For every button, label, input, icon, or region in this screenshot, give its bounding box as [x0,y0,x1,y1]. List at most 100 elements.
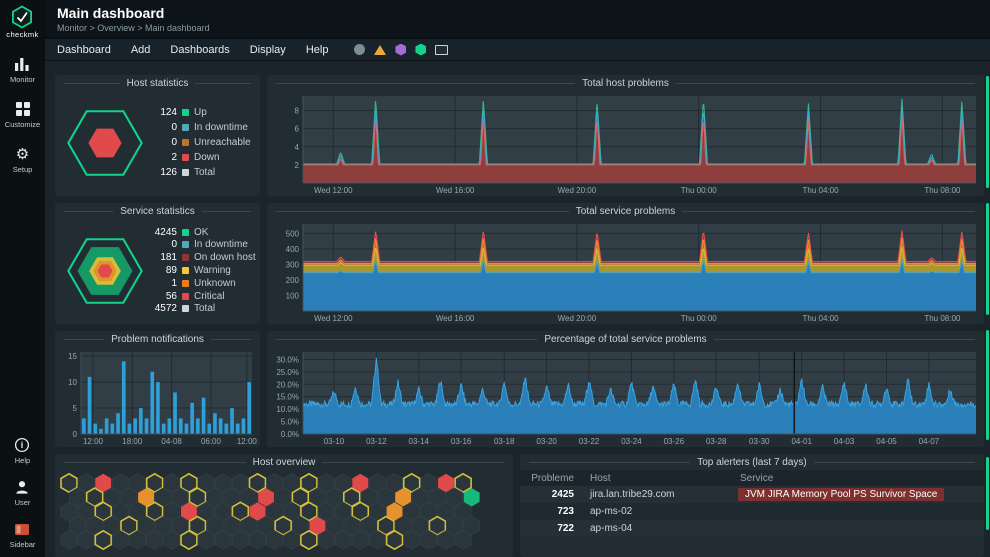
host-hexagon[interactable] [318,531,334,549]
setup-gear-icon: ⚙ [16,146,29,162]
legend-value: 1 [147,278,177,289]
sidebar-item-monitor[interactable]: Monitor [10,56,35,84]
host-overview-svg [55,470,513,557]
host-name[interactable]: jira.lan.tribe29.com [582,489,732,500]
host-hexagon[interactable] [352,531,368,549]
svg-text:10: 10 [68,378,77,387]
host-overview-grid[interactable] [55,470,513,557]
sidebar-toggle-icon [14,521,30,537]
legend-color-swatch [182,229,189,236]
sidebar-item-label: Customize [5,120,40,129]
table-row[interactable]: 722ap-ms-04 [520,520,984,537]
host-hexagon[interactable] [164,531,180,549]
host-hexagon[interactable] [198,531,214,549]
user-icon [14,479,30,495]
svg-text:15.0%: 15.0% [276,393,299,402]
menu-item-dashboards[interactable]: Dashboards [170,44,229,56]
host-hexagon[interactable] [284,531,300,549]
svg-text:6: 6 [295,125,300,134]
host-hexagon[interactable] [455,531,471,549]
sidebar-item-sidebar-toggle[interactable]: Sidebar [10,521,36,549]
scrollbar-thumb[interactable] [986,203,989,315]
sidebar-item-user[interactable]: User [14,479,30,507]
host-hexagon[interactable] [78,531,94,549]
host-hexagon[interactable] [267,531,283,549]
panel-title: Host overview [253,457,316,468]
legend-label: Total [194,167,260,178]
scrollbar-thumb[interactable] [986,330,989,440]
menu-item-add[interactable]: Add [131,44,151,56]
menu-item-dashboard[interactable]: Dashboard [57,44,111,56]
panel-title: Problem notifications [111,334,204,345]
warning-triangle-icon[interactable] [374,45,386,55]
table-row[interactable]: 723ap-ms-02 [520,503,984,520]
host-hexagon[interactable] [147,531,163,549]
svg-text:Thu 00:00: Thu 00:00 [681,314,718,323]
host-hexagon[interactable] [232,531,248,549]
breadcrumb[interactable]: Monitor > Overview > Main dashboard [57,23,990,33]
legend-color-swatch [182,124,189,131]
host-hexagon[interactable] [130,531,146,549]
menu-item-display[interactable]: Display [250,44,286,56]
column-header[interactable]: Host [582,473,732,484]
pct-chart[interactable]: 0.0%5.0%10.0%15.0%20.0%25.0%30.0%03-1003… [267,347,984,447]
host-hexagon[interactable] [301,531,317,549]
problem-count: 723 [520,506,582,517]
globe-icon[interactable] [354,44,365,55]
host-problems-chart[interactable]: 2468Wed 12:00Wed 16:00Wed 20:00Thu 00:00… [267,91,984,196]
svg-text:04-08: 04-08 [161,437,182,446]
host-hexagon[interactable] [438,531,454,549]
scrollbar-thumb[interactable] [986,76,989,188]
notifications-chart[interactable]: 05101512:0018:0004-0806:0012:00 [55,347,260,447]
legend-label: In downtime [194,122,260,133]
legend-color-swatch [182,154,189,161]
legend-row: 1Unknown [147,277,260,290]
sidebar-item-setup[interactable]: ⚙ Setup [13,146,33,174]
legend-color-swatch [182,139,189,146]
svg-text:300: 300 [286,260,300,269]
service-problems-chart[interactable]: 100200300400500Wed 12:00Wed 16:00Wed 20:… [267,219,984,324]
panel-title: Host statistics [127,78,189,89]
host-hexagon[interactable] [250,531,266,549]
svg-text:8: 8 [295,107,300,116]
legend-row: 89Warning [147,264,260,277]
monitor-graph-icon [14,56,30,72]
column-header[interactable]: Service [732,473,984,484]
legend-row: 181On down host [147,251,260,264]
display-screen-icon[interactable] [435,45,448,55]
host-hexagon[interactable] [404,531,420,549]
column-header[interactable]: Probleme [520,473,582,484]
host-hexagon[interactable] [370,531,386,549]
top-alerters-table: ProblemeHostService 2425jira.lan.tribe29.… [520,470,984,557]
svg-text:2: 2 [295,161,300,170]
host-hexagon[interactable] [112,531,128,549]
sidebar-item-help[interactable]: i Help [14,437,30,465]
legend-value: 126 [147,167,177,178]
svg-text:Wed 20:00: Wed 20:00 [558,186,597,195]
service-state-hexagon[interactable] [63,231,147,311]
host-name[interactable]: ap-ms-02 [582,506,732,517]
hexagon-green-icon[interactable] [415,44,426,56]
legend-color-swatch [182,305,189,312]
host-state-hexagon[interactable] [63,103,147,183]
hexagon-purple-icon[interactable] [395,44,406,56]
pct-chart-svg: 0.0%5.0%10.0%15.0%20.0%25.0%30.0%03-1003… [267,347,984,447]
host-hexagon[interactable] [61,531,77,549]
sidebar-item-customize[interactable]: Customize [5,101,40,129]
host-name[interactable]: ap-ms-04 [582,523,732,534]
legend-value: 89 [147,265,177,276]
scrollbar-thumb[interactable] [986,457,989,530]
host-hexagon[interactable] [335,531,351,549]
host-hexagon[interactable] [421,531,437,549]
host-hexagon[interactable] [95,531,111,549]
svg-text:12:00: 12:00 [83,437,104,446]
svg-text:04-01: 04-01 [791,437,812,446]
host-hexagon[interactable] [181,531,197,549]
checkmk-logo[interactable]: checkmk [6,5,38,39]
service-badge[interactable]: JVM JIRA Memory Pool PS Survivor Space [738,488,944,501]
host-hexagon[interactable] [215,531,231,549]
menu-item-help[interactable]: Help [306,44,329,56]
table-row[interactable]: 2425jira.lan.tribe29.comJVM JIRA Memory … [520,486,984,503]
legend-label: Down [194,152,260,163]
host-hexagon[interactable] [387,531,403,549]
